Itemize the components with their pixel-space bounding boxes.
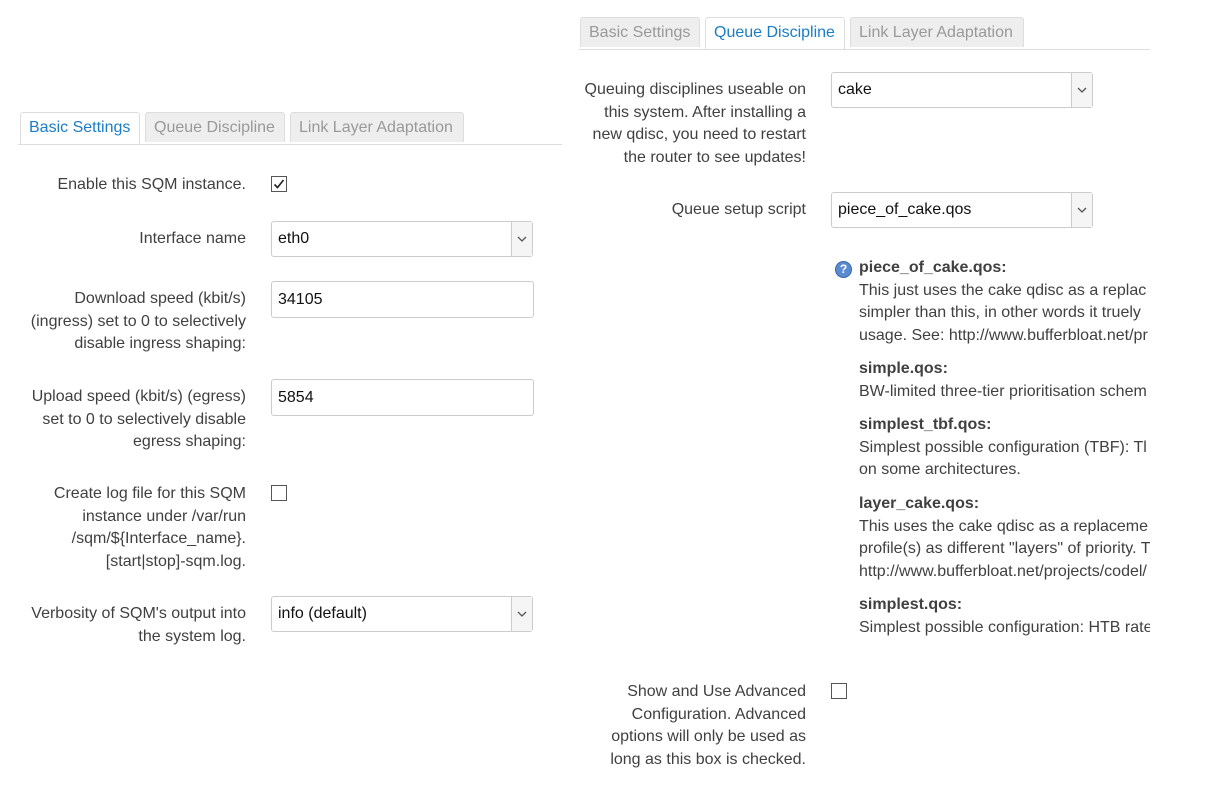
chevron-down-icon [511,597,532,631]
verbosity-value: info (default) [278,605,367,622]
help-simplest-tbf: simplest_tbf.qos: Simplest possible conf… [859,416,1147,478]
help-piece-of-cake: piece_of_cake.qos: This just uses the ca… [859,259,1148,344]
question-icon: ? [835,261,852,278]
chevron-down-icon [1071,193,1092,227]
verbosity-select[interactable]: info (default) [271,596,533,632]
tab-basic-settings[interactable]: Basic Settings [580,17,700,47]
right-tabbar: Basic Settings Queue Discipline Link Lay… [579,17,1150,50]
download-speed-label: Download speed (kbit/s) (ingress) set to… [30,290,246,352]
qdisc-label: Queuing disciplines useable on this syst… [584,81,806,166]
queue-setup-script-label: Queue setup script [671,201,806,218]
help-layer-cake: layer_cake.qos: This uses the cake qdisc… [859,495,1150,580]
interface-name-label: Interface name [139,230,246,247]
queue-setup-script-select[interactable]: piece_of_cake.qos [831,192,1093,228]
tab-queue-discipline[interactable]: Queue Discipline [705,17,845,49]
queue-setup-script-value: piece_of_cake.qos [838,201,972,218]
help-simplest: simplest.qos: Simplest possible configur… [859,596,1150,636]
log-file-label: Create log file for this SQM instance un… [53,485,246,570]
tab-link-layer-adaptation[interactable]: Link Layer Adaptation [850,17,1024,47]
advanced-config-checkbox[interactable] [831,683,847,699]
upload-speed-input[interactable] [271,379,534,416]
log-file-checkbox[interactable] [271,485,287,501]
qdisc-value: cake [838,81,872,98]
tab-link-layer-adaptation[interactable]: Link Layer Adaptation [290,112,464,142]
tab-queue-discipline[interactable]: Queue Discipline [145,112,285,142]
upload-speed-label: Upload speed (kbit/s) (egress) set to 0 … [31,388,246,450]
verbosity-label: Verbosity of SQM's output into the syste… [31,605,246,645]
check-icon [273,179,285,189]
interface-name-value: eth0 [278,230,310,247]
chevron-down-icon [1071,73,1092,107]
interface-name-select[interactable]: eth0 [271,221,533,257]
help-simple: simple.qos: BW-limited three-tier priori… [859,360,1147,400]
enable-checkbox[interactable] [271,176,287,192]
enable-label: Enable this SQM instance. [57,176,246,193]
download-speed-input[interactable] [271,281,534,318]
chevron-down-icon [511,222,532,256]
qdisc-select[interactable]: cake [831,72,1093,108]
left-tabbar: Basic Settings Queue Discipline Link Lay… [18,112,562,145]
tab-basic-settings[interactable]: Basic Settings [20,112,140,144]
advanced-config-label: Show and Use Advanced Configuration. Adv… [610,683,806,768]
